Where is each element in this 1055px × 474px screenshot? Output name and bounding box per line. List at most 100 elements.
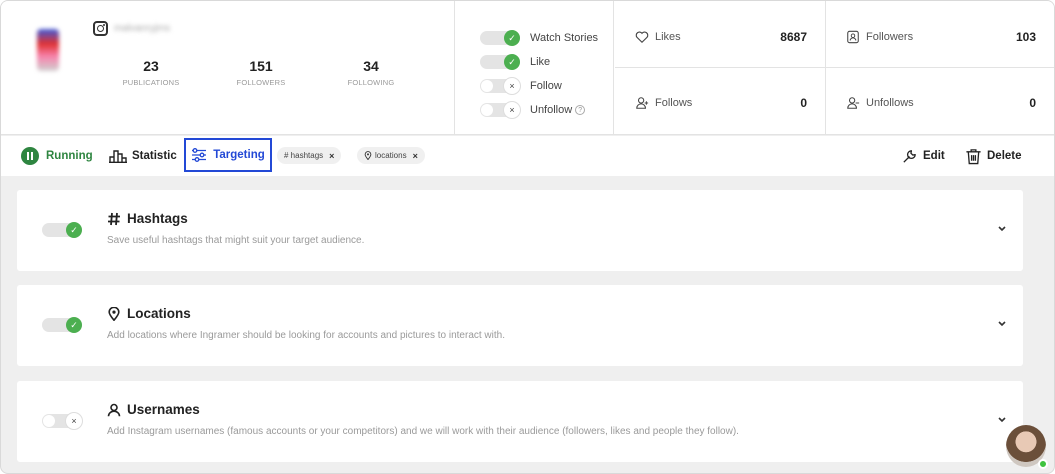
- close-icon[interactable]: ×: [413, 151, 418, 161]
- hash-icon: [108, 212, 120, 225]
- close-icon[interactable]: ×: [329, 151, 334, 161]
- metric-follows: Follows 0: [615, 68, 826, 135]
- user-icon: [107, 403, 121, 416]
- hashtags-switch[interactable]: ✓: [42, 222, 82, 238]
- watch-stories-switch[interactable]: ✓: [480, 30, 520, 46]
- switch-knob-x-icon: ×: [504, 78, 520, 94]
- metric-label: Follows: [655, 97, 693, 109]
- edit-label: Edit: [923, 150, 945, 162]
- switch-knob-check-icon: ✓: [66, 222, 82, 238]
- toggle-like: ✓ Like: [480, 50, 613, 74]
- stat-label: FOLLOWING: [347, 78, 395, 87]
- bar-chart-icon: [109, 150, 127, 163]
- metric-value: 103: [1015, 30, 1036, 44]
- targeting-label: Targeting: [213, 149, 265, 161]
- switch-knob-x-icon: ×: [66, 413, 82, 429]
- locations-switch[interactable]: ✓: [42, 317, 82, 333]
- card-title-text: Usernames: [127, 402, 200, 417]
- card-title: Usernames: [107, 402, 200, 417]
- switch-knob-check-icon: ✓: [504, 54, 520, 70]
- toggle-label: Follow: [530, 80, 562, 92]
- follow-switch[interactable]: ×: [480, 78, 520, 94]
- hashtags-card[interactable]: ✓ Hashtags Save useful hashtags that mig…: [17, 190, 1023, 271]
- running-label: Running: [46, 150, 93, 162]
- toggle-unfollow: × Unfollow ?: [480, 98, 613, 122]
- toolbar-actions: [445, 136, 1054, 176]
- card-title-text: Hashtags: [127, 211, 188, 226]
- usernames-switch[interactable]: ×: [42, 413, 82, 429]
- stat-value: 34: [363, 58, 379, 74]
- user-badge-icon: [847, 30, 859, 44]
- toggle-watch-stories: ✓ Watch Stories: [480, 26, 613, 50]
- delete-label: Delete: [987, 150, 1022, 162]
- hashtags-chip[interactable]: # hashtags ×: [277, 147, 342, 164]
- metric-value: 0: [1029, 96, 1036, 110]
- help-icon[interactable]: ?: [575, 105, 586, 115]
- activity-toggles: ✓ Watch Stories ✓ Like × Follow × Unfoll…: [456, 1, 614, 135]
- stat-value: 23: [143, 58, 159, 74]
- chevron-down-icon[interactable]: [997, 223, 1007, 233]
- app-window: malvanryjms 23 PUBLICATIONS 151 FOLLOWER…: [0, 0, 1055, 474]
- online-status-dot: [1038, 459, 1048, 469]
- toggle-label: Like: [530, 56, 551, 68]
- chevron-down-icon[interactable]: [997, 318, 1007, 328]
- location-pin-icon: [108, 306, 120, 321]
- metric-value: 8687: [780, 30, 807, 44]
- profile-section: malvanryjms 23 PUBLICATIONS 151 FOLLOWER…: [1, 1, 455, 135]
- metric-value: 0: [800, 96, 807, 110]
- toggle-follow: × Follow: [480, 74, 613, 98]
- running-button[interactable]: Running: [21, 136, 93, 176]
- profile-avatar[interactable]: [37, 29, 59, 71]
- card-title-text: Locations: [127, 306, 191, 321]
- card-description: Add Instagram usernames (famous accounts…: [107, 426, 739, 437]
- tab-targeting[interactable]: Targeting: [184, 138, 272, 172]
- tab-statistic[interactable]: Statistic: [109, 136, 177, 176]
- chip-label: # hashtags: [284, 151, 324, 160]
- locations-chip[interactable]: locations ×: [357, 147, 425, 164]
- sliders-icon: [192, 148, 207, 162]
- account-handle[interactable]: malvanryjms: [114, 23, 170, 34]
- statistic-label: Statistic: [132, 150, 177, 162]
- stat-following: 34 FOLLOWING: [331, 58, 411, 87]
- card-description: Save useful hashtags that might suit you…: [107, 235, 365, 246]
- pause-icon: [21, 147, 39, 165]
- account-summary-panel: malvanryjms 23 PUBLICATIONS 151 FOLLOWER…: [1, 1, 1054, 135]
- like-switch[interactable]: ✓: [480, 54, 520, 70]
- unfollow-switch[interactable]: ×: [480, 102, 520, 118]
- stat-followers: 151 FOLLOWERS: [221, 58, 301, 87]
- stat-label: FOLLOWERS: [236, 78, 286, 87]
- usernames-card[interactable]: × Usernames Add Instagram usernames (fam…: [17, 381, 1023, 462]
- switch-knob-check-icon: ✓: [504, 30, 520, 46]
- toggle-label: Watch Stories: [530, 32, 599, 44]
- wrench-icon: [903, 149, 916, 163]
- location-pin-icon: [364, 151, 372, 160]
- stat-publications: 23 PUBLICATIONS: [111, 58, 191, 87]
- toggle-label: Unfollow: [530, 104, 573, 116]
- metric-likes: Likes 8687: [615, 1, 826, 68]
- chip-label: locations: [375, 151, 407, 160]
- card-title: Hashtags: [107, 211, 188, 226]
- instagram-icon: [93, 21, 108, 36]
- card-title: Locations: [107, 306, 191, 321]
- chevron-down-icon[interactable]: [997, 414, 1007, 424]
- metric-label: Likes: [655, 31, 681, 43]
- locations-card[interactable]: ✓ Locations Add locations where Ingramer…: [17, 285, 1023, 366]
- metric-label: Unfollows: [866, 97, 914, 109]
- metrics-grid: Likes 8687 Followers 103 Follows 0 Unfol…: [615, 1, 1054, 135]
- user-remove-icon: [847, 97, 860, 109]
- metric-unfollows: Unfollows 0: [826, 68, 1054, 135]
- edit-button[interactable]: Edit: [901, 136, 945, 176]
- card-description: Add locations where Ingramer should be l…: [107, 330, 505, 341]
- delete-button[interactable]: Delete: [965, 136, 1022, 176]
- switch-knob-check-icon: ✓: [66, 317, 82, 333]
- instagram-handle-row: malvanryjms: [93, 21, 170, 36]
- metric-followers: Followers 103: [826, 1, 1054, 68]
- trash-icon: [966, 148, 981, 164]
- switch-knob-x-icon: ×: [504, 102, 520, 118]
- stat-value: 151: [249, 58, 273, 74]
- user-add-icon: [636, 97, 649, 109]
- metric-label: Followers: [866, 31, 914, 43]
- profile-stats: 23 PUBLICATIONS 151 FOLLOWERS 34 FOLLOWI…: [111, 58, 411, 87]
- heart-icon: [635, 31, 649, 44]
- stat-label: PUBLICATIONS: [122, 78, 180, 87]
